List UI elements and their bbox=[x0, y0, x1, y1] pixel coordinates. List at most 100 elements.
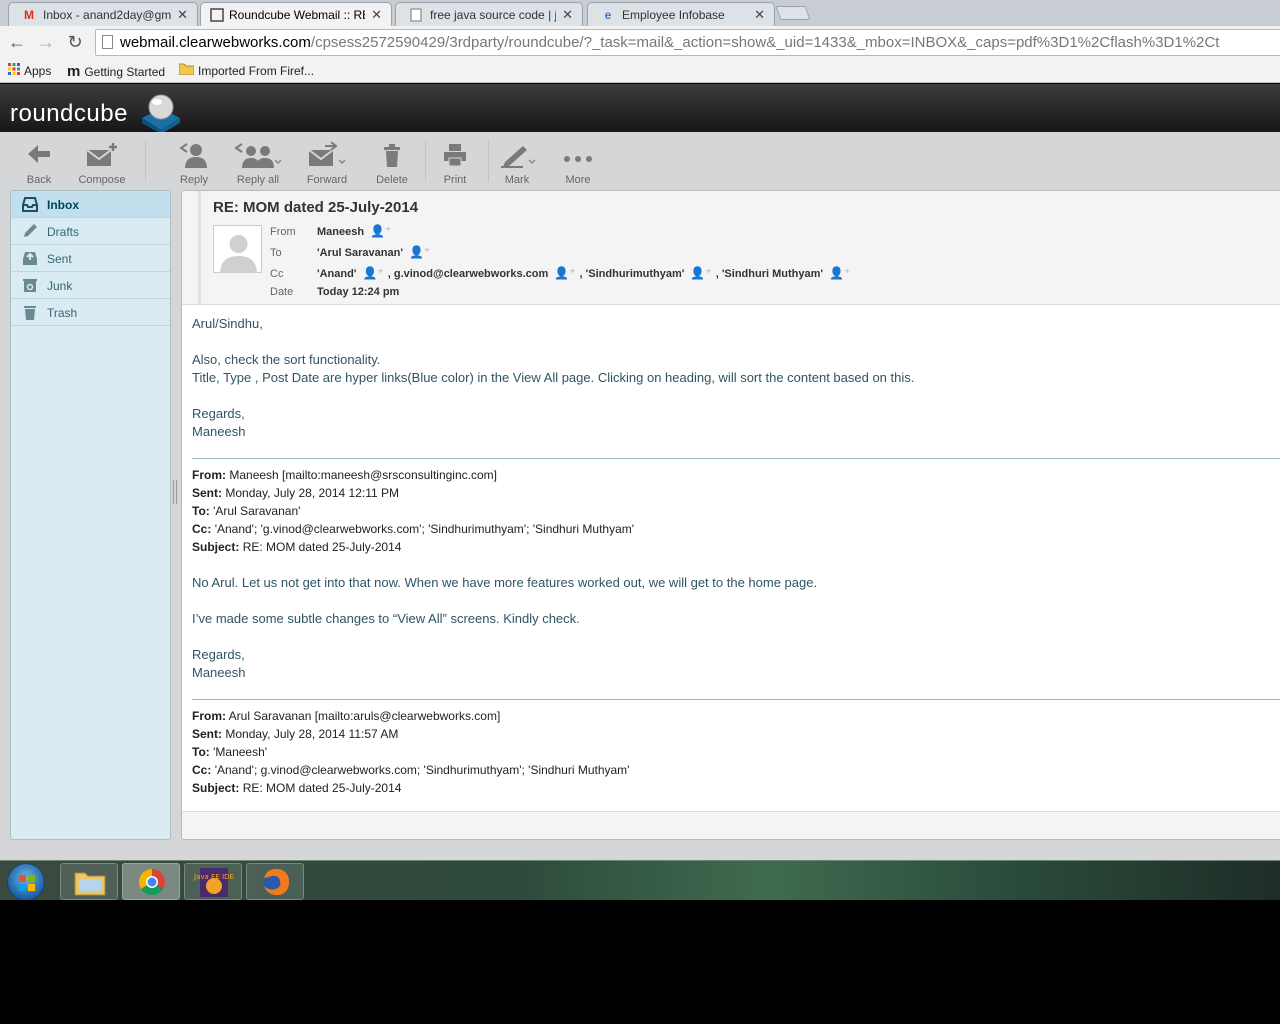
back-arrow-icon[interactable]: ← bbox=[6, 32, 28, 53]
folder-label: Sent bbox=[47, 252, 72, 266]
cc-value-3[interactable]: 'Sindhurimuthyam' bbox=[586, 268, 685, 280]
os-taskbar: Java EE IDE bbox=[0, 860, 1280, 901]
more-icon bbox=[546, 142, 610, 172]
pane-splitter[interactable] bbox=[173, 480, 177, 504]
cc-value-2[interactable]: g.vinod@clearwebworks.com bbox=[394, 268, 548, 280]
ie-icon: e bbox=[604, 8, 612, 22]
reply-button[interactable]: Reply bbox=[162, 142, 226, 186]
bookmark-imported-from-firefox[interactable]: Imported From Firef... bbox=[178, 63, 315, 78]
body-line: Also, check the sort functionality. bbox=[192, 352, 381, 367]
folder-inbox[interactable]: Inbox bbox=[11, 191, 170, 218]
add-contact-icon[interactable]: 👤⁺ bbox=[370, 224, 391, 238]
quote-signature: Maneesh bbox=[192, 665, 246, 680]
toolbar-label: Reply all bbox=[236, 174, 280, 186]
address-bar[interactable]: webmail.clearwebworks.com/cpsess25725904… bbox=[95, 29, 1280, 56]
screen-black-area bbox=[0, 900, 1280, 1024]
folder-drafts[interactable]: Drafts bbox=[11, 218, 170, 245]
windows-logo-icon bbox=[19, 875, 35, 891]
quote-cc: Cc: 'Anand'; g.vinod@clearwebworks.com; … bbox=[192, 763, 630, 777]
tab-title: Roundcube Webmail :: RE bbox=[229, 8, 365, 22]
bookmark-apps[interactable]: Apps bbox=[8, 63, 51, 78]
bookmark-label: Imported From Firef... bbox=[198, 64, 315, 78]
reply-icon bbox=[162, 142, 226, 172]
add-contact-icon[interactable]: 👤⁺ bbox=[554, 266, 575, 280]
roundcube-icon bbox=[209, 8, 225, 22]
add-contact-icon[interactable]: 👤⁺ bbox=[362, 266, 383, 280]
taskbar-java-ee-ide[interactable]: Java EE IDE bbox=[184, 863, 242, 900]
toolbar-label: More bbox=[565, 174, 591, 186]
app-header: roundcube bbox=[0, 84, 1280, 134]
app-logo[interactable]: roundcube bbox=[10, 100, 128, 128]
m-icon: m bbox=[67, 63, 81, 80]
quote-subject: Subject: RE: MOM dated 25-July-2014 bbox=[192, 781, 402, 795]
junk-icon bbox=[21, 277, 39, 293]
folder-trash[interactable]: Trash bbox=[11, 299, 170, 326]
browser-toolbar: ← → ↻ webmail.clearwebworks.com/cpsess25… bbox=[0, 26, 1280, 59]
message-body: Arul/Sindhu, Also, check the sort functi… bbox=[192, 315, 1280, 797]
print-button[interactable]: Print bbox=[423, 142, 487, 186]
back-arrow-icon bbox=[7, 142, 71, 172]
more-button[interactable]: More bbox=[546, 142, 610, 186]
delete-button[interactable]: Delete bbox=[360, 142, 424, 186]
close-icon[interactable]: ✕ bbox=[562, 7, 573, 23]
bookmark-getting-started[interactable]: m Getting Started bbox=[67, 63, 165, 80]
quote-sent: Sent: Monday, July 28, 2014 12:11 PM bbox=[192, 486, 400, 500]
roundcube-logo-icon bbox=[142, 94, 180, 134]
app-body: Back Compose Reply Reply all Forward Del… bbox=[0, 132, 1280, 860]
tab-java-source[interactable]: free java source code | java ✕ bbox=[395, 2, 583, 26]
forward-arrow-icon[interactable]: → bbox=[35, 32, 57, 53]
folder-sent[interactable]: Sent bbox=[11, 245, 170, 272]
header-cc-row: Cc 'Anand' 👤⁺, g.vinod@clearwebworks.com 👤⁺… bbox=[270, 266, 851, 280]
bookmark-label: Apps bbox=[24, 64, 52, 78]
header-from-row: From Maneesh 👤⁺ bbox=[270, 224, 395, 238]
tab-gmail[interactable]: M Inbox - anand2day@gmai ✕ bbox=[8, 2, 198, 26]
cc-value-1[interactable]: 'Anand' bbox=[317, 268, 356, 280]
forward-button[interactable]: Forward bbox=[295, 141, 359, 186]
header-to-row: To 'Arul Saravanan' 👤⁺ bbox=[270, 245, 434, 259]
tab-roundcube[interactable]: Roundcube Webmail :: RE ✕ bbox=[200, 2, 392, 27]
compose-button[interactable]: Compose bbox=[70, 142, 134, 186]
reply-all-button[interactable]: Reply all bbox=[226, 142, 290, 186]
firefox-icon bbox=[263, 868, 290, 896]
quote-line: I’ve made some subtle changes to “View A… bbox=[192, 611, 580, 626]
taskbar-chrome[interactable] bbox=[122, 863, 180, 900]
tab-employee-infobase[interactable]: e Employee Infobase ✕ bbox=[587, 2, 775, 26]
folder-icon bbox=[178, 63, 195, 78]
taskbar-explorer[interactable] bbox=[60, 863, 118, 900]
new-tab-button[interactable] bbox=[775, 6, 811, 20]
cc-value-4[interactable]: 'Sindhuri Muthyam' bbox=[722, 268, 823, 280]
quote-subject: Subject: RE: MOM dated 25-July-2014 bbox=[192, 540, 402, 554]
gmail-icon: M bbox=[24, 8, 34, 22]
body-regards: Regards, bbox=[192, 406, 245, 421]
taskbar-firefox[interactable] bbox=[246, 863, 304, 900]
message-header: RE: MOM dated 25-July-2014 From Maneesh 👤⁺… bbox=[182, 191, 1280, 305]
close-icon[interactable]: ✕ bbox=[371, 7, 382, 23]
mark-button[interactable]: Mark bbox=[485, 142, 549, 186]
pencil-icon bbox=[21, 223, 39, 239]
apps-icon bbox=[8, 63, 20, 78]
message-pane: RE: MOM dated 25-July-2014 From Maneesh 👤⁺… bbox=[181, 190, 1280, 840]
reload-icon[interactable]: ↻ bbox=[64, 32, 86, 53]
add-contact-icon[interactable]: 👤⁺ bbox=[409, 245, 430, 259]
add-contact-icon[interactable]: 👤⁺ bbox=[690, 266, 711, 280]
mark-icon bbox=[485, 142, 549, 172]
header-date-row: Date Today 12:24 pm bbox=[270, 286, 399, 298]
back-button[interactable]: Back bbox=[7, 142, 71, 186]
windows-start-button[interactable] bbox=[7, 863, 45, 901]
from-value[interactable]: Maneesh bbox=[317, 226, 364, 238]
quote-divider bbox=[192, 458, 1280, 459]
close-icon[interactable]: ✕ bbox=[754, 7, 765, 23]
quote-to: To: 'Arul Saravanan' bbox=[192, 504, 301, 518]
quote-from: From: Arul Saravanan [mailto:aruls@clear… bbox=[192, 709, 501, 723]
folder-junk[interactable]: Junk bbox=[11, 272, 170, 299]
to-value[interactable]: 'Arul Saravanan' bbox=[317, 247, 403, 259]
close-icon[interactable]: ✕ bbox=[177, 7, 188, 23]
quote-from: From: Maneesh [mailto:maneesh@srsconsult… bbox=[192, 468, 497, 482]
compose-icon bbox=[70, 142, 134, 172]
chrome-icon bbox=[138, 869, 165, 896]
eclipse-icon: Java EE IDE bbox=[193, 868, 234, 897]
quote-to: To: 'Maneesh' bbox=[192, 745, 268, 759]
add-contact-icon[interactable]: 👤⁺ bbox=[829, 266, 850, 280]
url-path: /cpsess2572590429/3rdparty/roundcube/?_t… bbox=[310, 34, 1220, 51]
quote-cc: Cc: 'Anand'; 'g.vinod@clearwebworks.com'… bbox=[192, 522, 635, 536]
